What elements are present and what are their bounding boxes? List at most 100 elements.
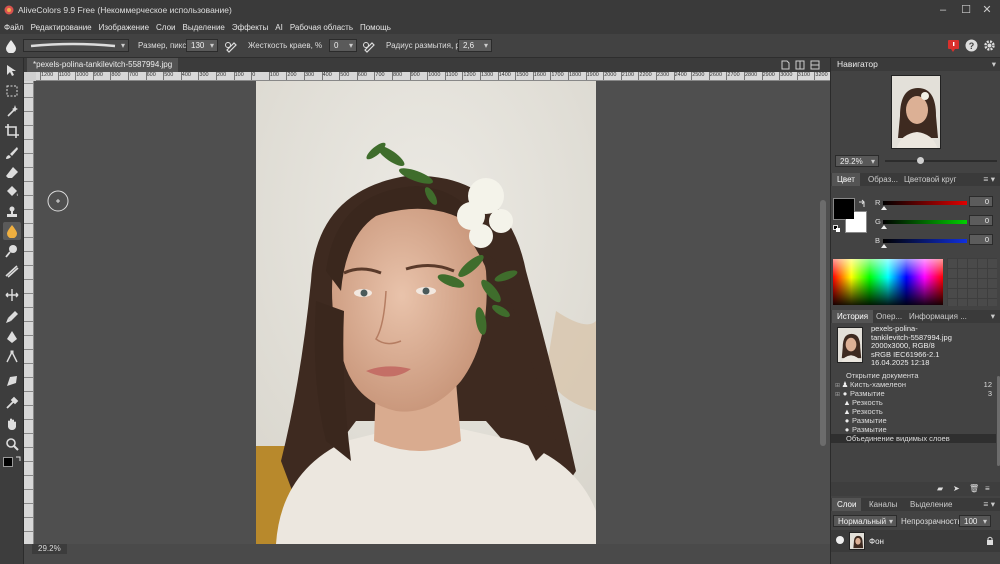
swap-colors-icon[interactable] (15, 455, 22, 462)
navigator-thumbnail[interactable] (891, 75, 941, 149)
svg-text:?: ? (969, 41, 975, 51)
tab-channels[interactable]: Каналы (864, 498, 902, 511)
menu-effects[interactable]: Эффекты (232, 23, 268, 32)
magic-wand-tool[interactable] (3, 102, 21, 120)
menu-layers[interactable]: Слои (156, 23, 175, 32)
document-image[interactable] (256, 81, 596, 544)
size-input[interactable]: 130 (186, 39, 218, 52)
blue-slider[interactable] (883, 239, 967, 243)
history-item-selected[interactable]: Объединение видимых слоев (831, 434, 996, 443)
tab-operations[interactable]: Опер... (871, 310, 907, 323)
pressure-pen-icon[interactable] (224, 39, 238, 53)
color-swatch-grid[interactable] (947, 258, 997, 306)
tab-layers[interactable]: Слои (832, 498, 862, 511)
history-item[interactable]: ● Размытие (831, 425, 996, 434)
tab-information[interactable]: Информация ... (904, 310, 972, 323)
history-item[interactable]: ⊞ ♟ Кисть-хамелеон 12 (831, 380, 996, 389)
settings-gear-icon[interactable] (983, 39, 996, 52)
vertical-scrollbar[interactable] (820, 200, 826, 446)
close-button[interactable]: ✕ (976, 2, 998, 18)
layout-icon[interactable] (795, 60, 805, 70)
menu-workspace[interactable]: Рабочая область (290, 23, 353, 32)
hand-tool[interactable] (3, 415, 21, 433)
ruler-label: 600 (357, 72, 367, 78)
panel-menu-icon[interactable]: ▾ (991, 310, 995, 323)
green-value-input[interactable]: 0 (969, 215, 993, 226)
swap-colors-icon[interactable] (858, 199, 867, 208)
blend-mode-dropdown[interactable]: Нормальный (833, 515, 897, 527)
panel-menu-icon[interactable]: ≡ (985, 484, 990, 493)
minimize-button[interactable]: – (932, 2, 954, 18)
menu-file[interactable]: Файл (4, 23, 24, 32)
smudge-tool[interactable] (3, 262, 21, 280)
document-icon[interactable] (781, 60, 790, 70)
create-document-icon[interactable]: ➤ (953, 484, 960, 493)
menu-edit[interactable]: Редактирование (31, 23, 92, 32)
navigator-zoom-slider[interactable] (885, 160, 997, 162)
lock-icon[interactable] (986, 536, 994, 545)
blue-slider-handle[interactable] (881, 244, 887, 248)
history-item[interactable]: ▲Резкость (831, 407, 996, 416)
maximize-button[interactable]: ☐ (955, 2, 977, 18)
shape-tool[interactable] (3, 372, 21, 390)
trash-icon[interactable]: 🗑 (969, 484, 979, 493)
history-item[interactable]: Открытие документа (831, 371, 996, 380)
tab-swatches[interactable]: Образ... (863, 173, 903, 186)
panel-menu-icon[interactable]: ▾ (992, 58, 996, 71)
green-slider[interactable] (883, 220, 967, 224)
tab-selection[interactable]: Выделение (905, 498, 957, 511)
red-value-input[interactable]: 0 (969, 196, 993, 207)
clone-stamp-tool[interactable] (3, 203, 21, 221)
pressure-pen-icon[interactable] (362, 39, 376, 53)
history-snapshot-thumbnail[interactable] (837, 327, 863, 363)
brush-tool[interactable] (3, 144, 21, 162)
new-snapshot-icon[interactable]: ▰ (937, 484, 943, 493)
blur-radius-input[interactable]: 2,6 (458, 39, 492, 52)
hardness-input[interactable]: 0 (329, 39, 357, 52)
history-item[interactable]: ● Размытие (831, 416, 996, 425)
fill-tool[interactable] (3, 183, 21, 201)
eyedropper-tool[interactable] (3, 394, 21, 412)
healing-tool[interactable] (3, 308, 21, 326)
pen-tool[interactable] (3, 328, 21, 346)
green-slider-handle[interactable] (881, 225, 887, 229)
menu-image[interactable]: Изображение (99, 23, 149, 32)
notification-icon[interactable] (947, 39, 960, 52)
menu-help[interactable]: Помощь (360, 23, 391, 32)
layer-row[interactable]: Фон (831, 530, 1000, 552)
path-selection-tool[interactable] (3, 348, 21, 366)
tab-color[interactable]: Цвет (832, 173, 860, 186)
crop-tool[interactable] (3, 122, 21, 140)
panel-menu-icon[interactable]: ≡ ▾ (983, 173, 995, 186)
transform-tool[interactable] (3, 286, 21, 304)
red-slider-handle[interactable] (881, 206, 887, 210)
help-icon[interactable]: ? (965, 39, 978, 52)
foreground-color-fill (834, 199, 854, 219)
blue-value-input[interactable]: 0 (969, 234, 993, 245)
menu-ai[interactable]: AI (275, 23, 283, 32)
navigator-zoom-handle[interactable] (917, 157, 924, 164)
tab-history[interactable]: История (832, 310, 874, 323)
zoom-status[interactable]: 29.2% (32, 544, 67, 554)
marquee-tool[interactable] (3, 82, 21, 100)
layout-grid-icon[interactable] (810, 60, 820, 70)
document-tab[interactable]: *pexels-polina-tankilevitch-5587994.jpg (27, 58, 179, 72)
panel-menu-icon[interactable]: ≡ ▾ (983, 498, 995, 511)
reset-colors-icon[interactable] (833, 225, 841, 233)
navigator-zoom-dropdown[interactable]: 29.2% (835, 155, 879, 167)
opacity-input[interactable]: 100 (959, 515, 991, 527)
brush-preset-dropdown[interactable] (23, 39, 129, 52)
menu-selection[interactable]: Выделение (182, 23, 224, 32)
tab-color-wheel[interactable]: Цветовой круг (899, 173, 961, 186)
layer-name[interactable]: Фон (869, 537, 884, 546)
eraser-tool[interactable] (3, 163, 21, 181)
dodge-tool[interactable] (3, 242, 21, 260)
history-item[interactable]: ▲Резкость (831, 398, 996, 407)
foreground-color-swatch[interactable] (3, 457, 13, 467)
zoom-tool[interactable] (3, 435, 21, 453)
history-item[interactable]: ⊞ ● Размытие 3 (831, 389, 996, 398)
red-slider[interactable] (883, 201, 967, 205)
layer-visibility-icon[interactable] (836, 536, 844, 544)
move-tool[interactable] (3, 62, 21, 80)
blur-tool[interactable] (3, 222, 21, 240)
